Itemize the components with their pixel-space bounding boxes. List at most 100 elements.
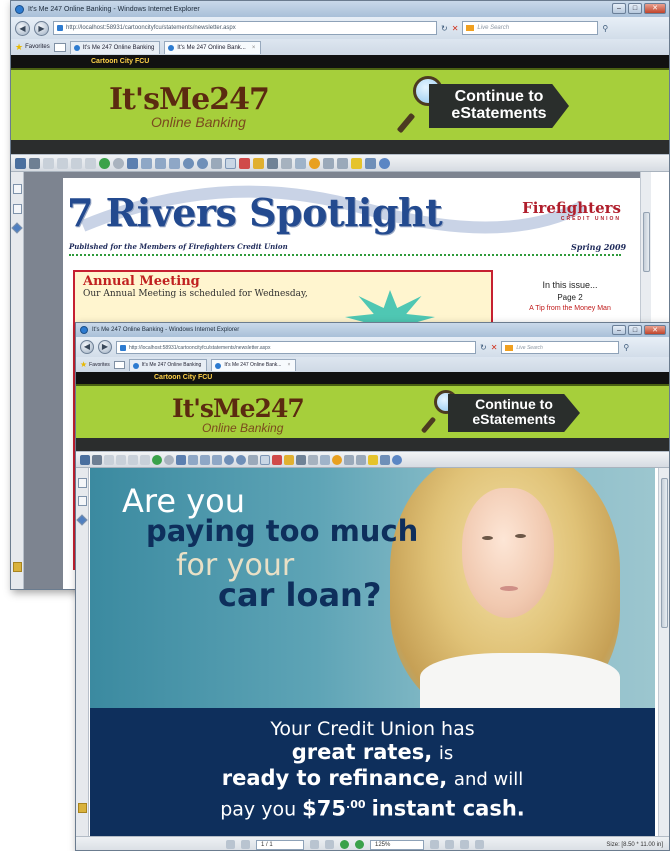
quick-tabs-icon[interactable] [113, 360, 125, 369]
go-forward-icon[interactable] [355, 840, 364, 849]
zoom-icon[interactable] [127, 157, 138, 169]
go-forward-icon[interactable] [164, 454, 174, 465]
rotate-icon[interactable] [248, 454, 258, 465]
next-page-icon[interactable] [310, 840, 319, 849]
select-icon[interactable] [284, 454, 294, 465]
typewriter-icon[interactable] [323, 157, 334, 169]
continue-to-estatements-button[interactable]: Continue to eStatements [429, 84, 569, 128]
minimize-button[interactable]: – [612, 3, 626, 14]
last-page-icon[interactable] [140, 454, 150, 465]
bookmarks-icon[interactable] [78, 496, 87, 506]
facing-view-icon[interactable] [460, 840, 469, 849]
tab-close-icon[interactable]: × [252, 45, 256, 51]
single-page-view-icon[interactable] [430, 840, 439, 849]
fit-width-icon[interactable] [155, 157, 166, 169]
last-page-icon[interactable] [325, 840, 334, 849]
forward-button[interactable]: ▶ [98, 340, 112, 354]
maximize-button[interactable]: □ [628, 325, 642, 335]
fit-page-icon[interactable] [141, 157, 152, 169]
first-page-icon[interactable] [226, 840, 235, 849]
logo-main[interactable]: It'sMe247 [172, 394, 305, 423]
last-page-icon[interactable] [85, 157, 96, 169]
attachment-icon[interactable] [78, 803, 87, 813]
snapshot-icon[interactable] [239, 157, 250, 169]
pages-icon[interactable] [13, 184, 22, 194]
rotate-icon[interactable] [211, 157, 222, 169]
select-icon[interactable] [253, 157, 264, 169]
page-ref[interactable]: Page 2 [509, 293, 631, 302]
fit-page-icon[interactable] [188, 454, 198, 465]
go-back-icon[interactable] [99, 157, 110, 169]
favorites-button[interactable]: ★ Favorites [80, 360, 110, 369]
layers-icon[interactable] [76, 514, 88, 526]
go-back-icon[interactable] [340, 840, 349, 849]
search-input[interactable]: Live Search [501, 340, 620, 354]
shape-tool-icon[interactable] [309, 157, 320, 169]
first-page-icon[interactable] [43, 157, 54, 169]
logo-main[interactable]: It'sMe247 [109, 82, 270, 117]
print-icon[interactable] [29, 157, 40, 169]
hand-tool-icon[interactable] [260, 454, 270, 465]
tab-online-banking[interactable]: It's Me 247 Online Banking [69, 40, 161, 54]
close-button[interactable]: ✕ [644, 3, 666, 14]
layers-icon[interactable] [11, 222, 23, 234]
maximize-button[interactable]: □ [628, 3, 642, 14]
help-icon[interactable] [379, 157, 390, 169]
zoom-in-icon[interactable] [236, 454, 246, 465]
address-field[interactable]: http://localhost:58931/cartooncityfcu/st… [53, 21, 437, 35]
print-icon[interactable] [92, 454, 102, 465]
title-bar[interactable]: It's Me 247 Online Banking - Windows Int… [11, 1, 669, 17]
text-tool-icon[interactable] [281, 157, 292, 169]
hand-tool-icon[interactable] [225, 157, 236, 169]
tab-online-banking[interactable]: It's Me 247 Online Banking [128, 358, 208, 371]
tab-close-icon[interactable]: × [287, 362, 290, 368]
search-icon[interactable]: ⚲ [623, 343, 629, 352]
zoom-icon[interactable] [176, 454, 186, 465]
note-icon[interactable] [337, 157, 348, 169]
find-icon[interactable] [296, 454, 306, 465]
continue-to-estatements-button[interactable]: Continue to eStatements [448, 394, 580, 432]
typewriter-icon[interactable] [344, 454, 354, 465]
actual-size-icon[interactable] [212, 454, 222, 465]
search-input[interactable]: Live Search [462, 21, 599, 35]
zoom-out-icon[interactable] [224, 454, 234, 465]
minimize-button[interactable]: – [612, 325, 626, 335]
back-button[interactable]: ◀ [80, 340, 94, 354]
address-field[interactable]: http://localhost:58931/cartooncityfcu/st… [116, 340, 476, 354]
stop-icon[interactable]: ✕ [452, 24, 459, 33]
tab-online-bank-active[interactable]: It's Me 247 Online Bank... × [164, 40, 262, 54]
next-page-icon[interactable] [128, 454, 138, 465]
image-tool-icon[interactable] [295, 157, 306, 169]
prev-page-icon[interactable] [241, 840, 250, 849]
highlight-icon[interactable] [368, 454, 378, 465]
help-icon[interactable] [392, 454, 402, 465]
stop-icon[interactable]: ✕ [491, 343, 498, 352]
first-page-icon[interactable] [104, 454, 114, 465]
find-icon[interactable] [267, 157, 278, 169]
bookmarks-icon[interactable] [13, 204, 22, 214]
highlight-icon[interactable] [351, 157, 362, 169]
measure-icon[interactable] [380, 454, 390, 465]
forward-button[interactable]: ▶ [34, 20, 49, 36]
next-page-icon[interactable] [71, 157, 82, 169]
prev-page-icon[interactable] [116, 454, 126, 465]
continuous-view-icon[interactable] [445, 840, 454, 849]
text-tool-icon[interactable] [308, 454, 318, 465]
zoom-in-icon[interactable] [197, 157, 208, 169]
image-tool-icon[interactable] [320, 454, 330, 465]
measure-icon[interactable] [365, 157, 376, 169]
article-ref[interactable]: A Tip from the Money Man [509, 305, 631, 312]
pages-icon[interactable] [78, 478, 87, 488]
prev-page-icon[interactable] [57, 157, 68, 169]
front-scrollbar[interactable] [658, 468, 669, 850]
refresh-icon[interactable]: ↻ [441, 24, 448, 33]
zoom-out-icon[interactable] [183, 157, 194, 169]
title-bar[interactable]: It's Me 247 Online Banking - Windows Int… [76, 323, 669, 337]
zoom-select[interactable]: 125% [370, 839, 424, 850]
refresh-icon[interactable]: ↻ [480, 343, 487, 352]
close-button[interactable]: ✕ [644, 325, 666, 335]
tab-online-bank-active[interactable]: It's Me 247 Online Bank... × [211, 358, 297, 371]
go-back-icon[interactable] [152, 454, 162, 465]
favorites-button[interactable]: ★ Favorites [15, 42, 50, 53]
front-scroll-thumb[interactable] [661, 478, 668, 628]
